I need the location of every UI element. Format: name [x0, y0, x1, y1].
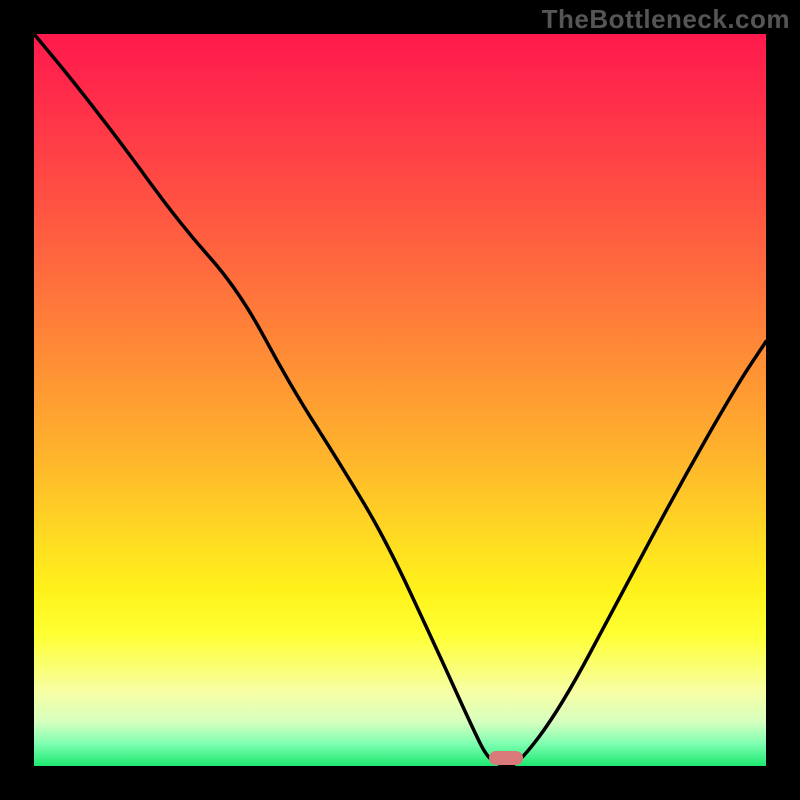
plot-area: [34, 34, 766, 766]
watermark-text: TheBottleneck.com: [542, 4, 790, 35]
bottleneck-curve: [34, 34, 766, 766]
optimal-point-marker: [489, 751, 523, 765]
chart-frame: TheBottleneck.com: [0, 0, 800, 800]
